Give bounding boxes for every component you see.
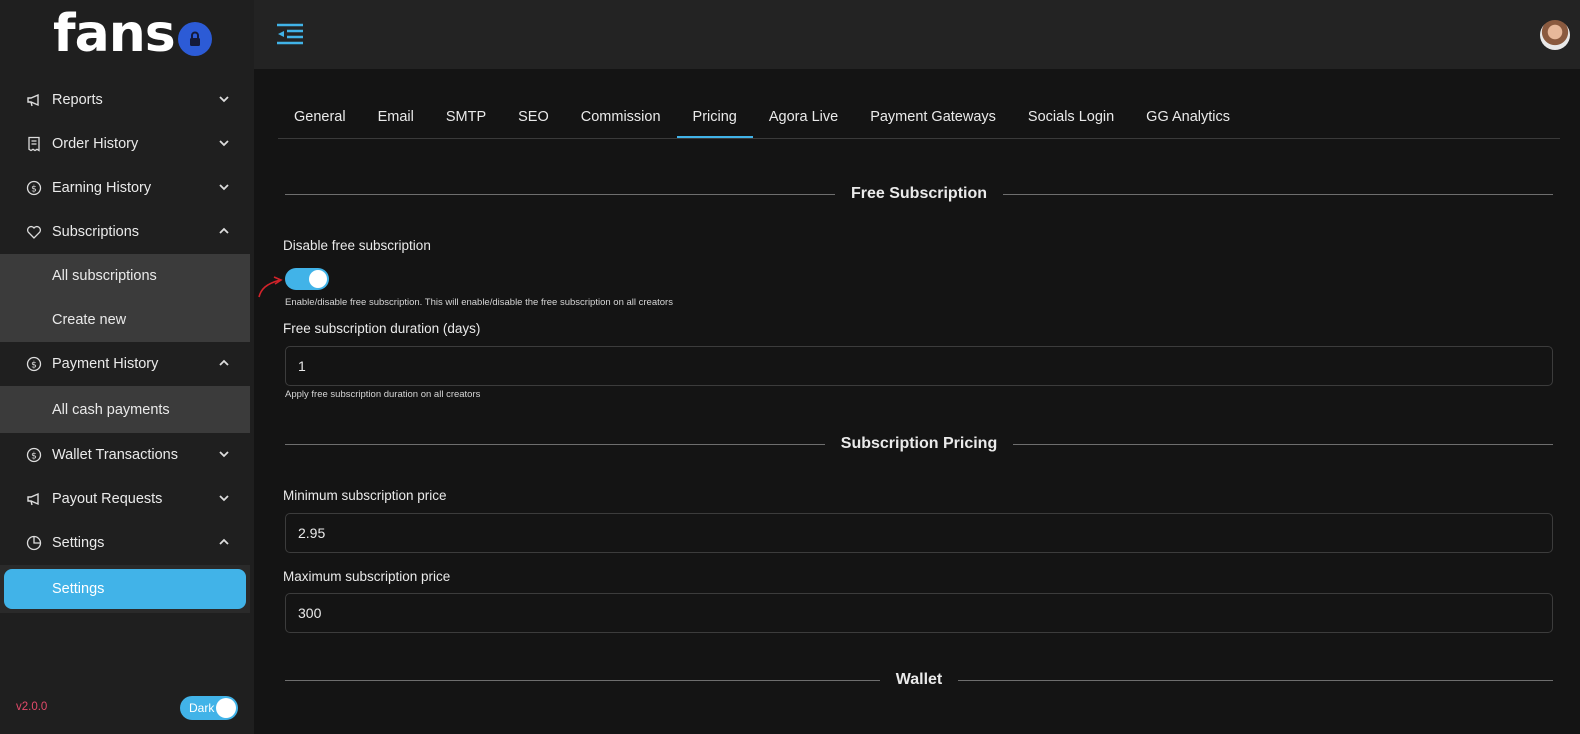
section-title: Wallet [895,671,943,688]
sidebar-item-payout-requests[interactable]: Payout Requests [0,477,254,521]
svg-text:$: $ [31,452,37,462]
tab-gg-analytics[interactable]: GG Analytics [1130,97,1246,138]
tab-email[interactable]: Email [362,97,430,138]
free-subscription-toggle-help: Enable/disable free subscription. This w… [285,297,673,308]
sidebar-subitem-settings[interactable]: Settings [4,569,246,609]
sidebar-item-label: Payment History [52,356,159,372]
svg-text:$: $ [31,185,37,195]
sidebar-item-wallet-transactions[interactable]: $ Wallet Transactions [0,433,254,477]
logo-text: fans [53,4,176,64]
topbar [254,0,1580,69]
menu-collapse-icon[interactable] [275,21,305,49]
megaphone-icon [26,92,42,108]
annotation-arrow-icon [258,276,283,298]
divider-line [1003,193,1553,195]
chevron-up-icon [219,359,229,366]
sidebar-item-settings[interactable]: Settings [0,521,254,565]
tab-smtp[interactable]: SMTP [430,97,502,138]
section-divider-wallet: Wallet [285,670,1553,690]
section-title: Subscription Pricing [840,435,998,452]
sidebar-item-label: Order History [52,136,139,152]
sidebar-item-label: Reports [52,92,103,108]
min-subscription-price-label: Minimum subscription price [283,488,447,503]
sidebar-item-earning-history[interactable]: $ Earning History [0,166,254,210]
megaphone-icon [26,491,42,507]
divider-line [958,679,1553,681]
settings-submenu: Settings [0,565,250,613]
free-subscription-toggle[interactable] [285,268,329,290]
chevron-up-icon [219,538,229,545]
sidebar: fans Reports Order History $ Earning His… [0,0,254,734]
svg-text:$: $ [31,361,37,371]
max-subscription-price-label: Maximum subscription price [283,569,451,584]
sidebar-nav: Reports Order History $ Earning History … [0,78,254,613]
sidebar-subitem-all-subscriptions[interactable]: All subscriptions [0,254,250,298]
max-subscription-price-input[interactable] [285,593,1553,633]
user-avatar[interactable] [1540,20,1570,50]
sidebar-subitem-all-cash-payments[interactable]: All cash payments [0,386,250,433]
tab-commission[interactable]: Commission [565,97,677,138]
divider-line [285,679,880,681]
sidebar-item-reports[interactable]: Reports [0,78,254,122]
receipt-icon [26,136,42,152]
payment-history-submenu: All cash payments [0,386,250,433]
pie-chart-icon [26,535,42,551]
chevron-down-icon [219,495,229,502]
theme-toggle-label: Dark [189,701,215,715]
toggle-knob [309,270,327,288]
tab-agora-live[interactable]: Agora Live [753,97,854,138]
dollar-circle-icon: $ [26,447,42,463]
version-label: v2.0.0 [16,701,48,713]
divider-line [285,443,825,445]
lock-icon [177,22,212,56]
sidebar-item-label: Payout Requests [52,491,163,507]
free-subscription-duration-help: Apply free subscription duration on all … [285,389,481,400]
chevron-down-icon [219,96,229,103]
chevron-up-icon [219,227,229,234]
sidebar-item-label: Wallet Transactions [52,447,178,463]
brand-logo[interactable]: fans [53,6,212,62]
sidebar-item-label: Settings [52,535,105,551]
chevron-down-icon [219,140,229,147]
theme-toggle[interactable]: Dark [180,696,238,720]
section-divider-free-subscription: Free Subscription [285,184,1553,204]
sidebar-item-order-history[interactable]: Order History [0,122,254,166]
tab-seo[interactable]: SEO [502,97,565,138]
min-subscription-price-input[interactable] [285,513,1553,553]
divider-line [285,193,835,195]
heart-icon [26,224,42,240]
sidebar-item-payment-history[interactable]: $ Payment History [0,342,254,386]
subscriptions-submenu: All subscriptions Create new [0,254,250,342]
toggle-knob [216,698,236,718]
tab-pricing[interactable]: Pricing [676,97,753,138]
dollar-circle-icon: $ [26,356,42,372]
main-content: General Email SMTP SEO Commission Pricin… [254,69,1580,734]
chevron-down-icon [219,451,229,458]
sidebar-item-label: Subscriptions [52,224,140,240]
tab-general[interactable]: General [278,97,362,138]
tab-payment-gateways[interactable]: Payment Gateways [854,97,1012,138]
free-subscription-toggle-label: Disable free subscription [283,238,431,253]
free-subscription-duration-input[interactable] [285,346,1553,386]
chevron-down-icon [219,184,229,191]
sidebar-item-subscriptions[interactable]: Subscriptions [0,210,254,254]
section-divider-subscription-pricing: Subscription Pricing [285,434,1553,454]
tab-socials-login[interactable]: Socials Login [1012,97,1130,138]
free-subscription-duration-label: Free subscription duration (days) [283,321,481,336]
sidebar-item-label: Earning History [52,180,152,196]
sidebar-subitem-create-new[interactable]: Create new [0,298,250,342]
dollar-circle-icon: $ [26,180,42,196]
section-title: Free Subscription [850,185,988,202]
divider-line [1013,443,1553,445]
settings-tabs: General Email SMTP SEO Commission Pricin… [278,97,1560,139]
